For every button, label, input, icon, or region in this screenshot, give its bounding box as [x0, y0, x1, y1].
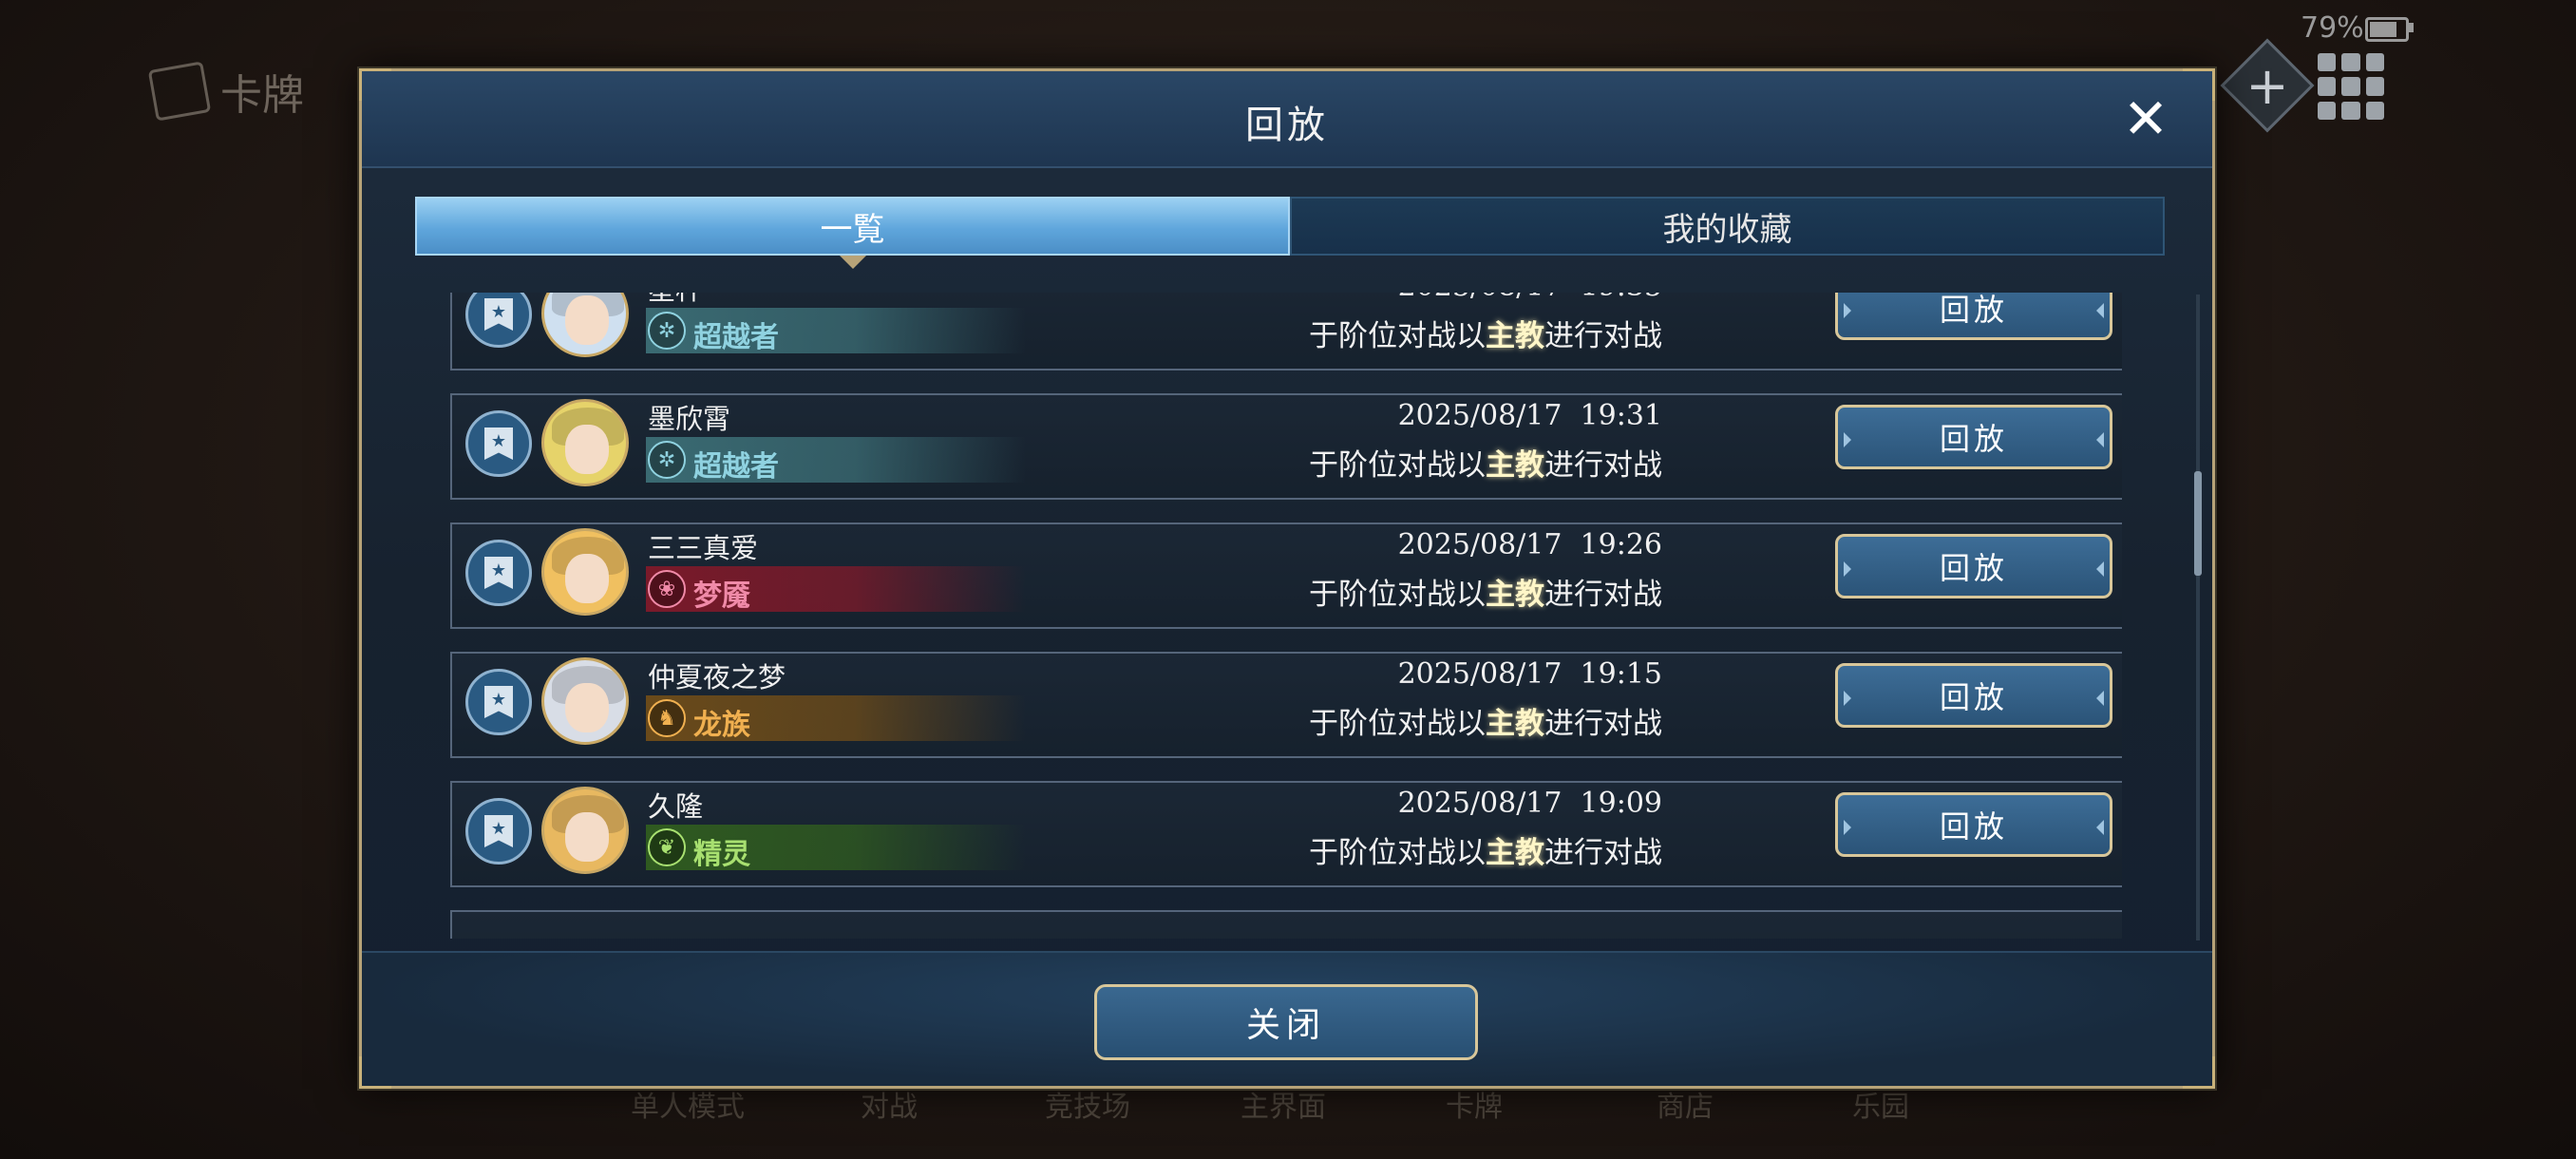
avatar [541, 399, 629, 486]
nav-arena: 竞技场 [1045, 1091, 1130, 1124]
scrollbar-track[interactable] [2196, 294, 2200, 940]
class-name: 超越者 [693, 450, 779, 484]
match-datetime: 2025/08/17 19:31 [1397, 399, 1662, 432]
replay-button[interactable]: 回放 [1835, 534, 2112, 598]
nav-park: 乐园 [1852, 1091, 1909, 1124]
bookmark-button[interactable]: ★ [465, 669, 532, 735]
nav-cards: 卡牌 [1446, 1091, 1503, 1124]
close-button[interactable]: 关闭 [1094, 984, 1478, 1060]
player-name: 三三真爱 [648, 532, 759, 564]
battery-percent: 79% [2301, 11, 2364, 45]
leaf-icon: ❦ [648, 828, 686, 866]
replay-button[interactable]: 回放 [1835, 405, 2112, 469]
avatar-face [565, 425, 609, 474]
replay-row: ★ 三三真爱 ❀ 梦魇 2025/08/17 19:26 于阶位对战以主教进行对… [450, 522, 2122, 629]
grid-icon-cell [2365, 53, 2384, 72]
class-band: ❦ 精灵 [646, 825, 1026, 871]
dialog-header: 回放 ✕ [362, 71, 2212, 168]
grid-icon-cell [2365, 101, 2384, 120]
bookmark-button[interactable]: ★ [465, 410, 532, 477]
bookmark-icon: ★ [484, 686, 513, 718]
class-name: 超越者 [693, 321, 779, 354]
bookmark-button[interactable]: ★ [465, 798, 532, 864]
class-name: 精灵 [693, 838, 750, 871]
match-description: 于阶位对战以主教进行对战 [1309, 836, 1662, 870]
tab-favorites[interactable]: 我的收藏 [1290, 197, 2165, 256]
battery-tip [2409, 23, 2414, 32]
match-datetime: 2025/08/17 19:26 [1397, 528, 1662, 561]
replay-row: ★ 星杯 ✲ 超越者 2025/08/17 19:35 于阶位对战以主教进行对战… [450, 293, 2122, 370]
grid-icon-cell [2318, 101, 2337, 120]
portal-icon: ✲ [648, 441, 686, 479]
menu-grid-button[interactable] [2318, 53, 2384, 120]
match-description: 于阶位对战以主教进行对战 [1309, 707, 1662, 741]
dragon-icon: ♞ [648, 699, 686, 737]
screen-title: 卡牌 [147, 61, 304, 122]
replay-row: ★ 久隆 ❦ 精灵 2025/08/17 19:09 于阶位对战以主教进行对战 … [450, 781, 2122, 887]
bookmark-icon: ★ [484, 298, 513, 331]
tab-overview[interactable]: 一覧 [415, 197, 1290, 269]
avatar-face [565, 683, 609, 732]
avatar-face [565, 812, 609, 862]
bookmark-icon: ★ [484, 815, 513, 847]
bookmark-button[interactable]: ★ [465, 540, 532, 606]
avatar [541, 787, 629, 874]
avatar-face [565, 295, 609, 345]
nav-shop: 商店 [1657, 1091, 1714, 1124]
replay-button[interactable]: 回放 [1835, 293, 2112, 340]
match-description: 于阶位对战以主教进行对战 [1309, 448, 1662, 483]
match-description: 于阶位对战以主教进行对战 [1309, 578, 1662, 612]
class-name: 龙族 [693, 709, 750, 742]
class-band: ✲ 超越者 [646, 437, 1026, 484]
match-datetime: 2025/08/17 19:09 [1397, 787, 1662, 820]
grid-icon-cell [2318, 53, 2337, 72]
replay-button[interactable]: 回放 [1835, 792, 2112, 857]
grid-icon-cell [2365, 77, 2384, 96]
replay-button[interactable]: 回放 [1835, 663, 2112, 728]
bookmark-icon: ★ [484, 557, 513, 589]
nav-battle: 对战 [861, 1091, 918, 1124]
match-description: 于阶位对战以主教进行对战 [1309, 319, 1662, 353]
class-band: ♞ 龙族 [646, 695, 1026, 742]
grid-icon-cell [2341, 101, 2360, 120]
player-name: 星杯 [648, 293, 703, 308]
class-band: ❀ 梦魇 [646, 566, 1026, 613]
bookmark-button[interactable]: ★ [465, 293, 532, 348]
battery-icon [2365, 17, 2409, 42]
tab-bar: 一覧 我的收藏 [415, 197, 2165, 269]
nav-single: 单人模式 [631, 1091, 745, 1124]
class-band: ✲ 超越者 [646, 308, 1026, 354]
avatar [541, 528, 629, 616]
replay-row: ★ 墨欣霄 ✲ 超越者 2025/08/17 19:31 于阶位对战以主教进行对… [450, 393, 2122, 500]
match-datetime: 2025/08/17 19:15 [1397, 657, 1662, 691]
match-datetime: 2025/08/17 19:35 [1398, 293, 1662, 303]
scrollbar-thumb[interactable] [2194, 471, 2202, 576]
avatar-face [565, 554, 609, 603]
nightmare-icon: ❀ [648, 570, 686, 608]
avatar [541, 657, 629, 745]
replay-list[interactable]: ★ 星杯 ✲ 超越者 2025/08/17 19:35 于阶位对战以主教进行对战… [450, 293, 2122, 939]
nav-home: 主界面 [1241, 1091, 1326, 1124]
player-name: 久隆 [648, 790, 704, 823]
plus-icon: + [2245, 55, 2289, 116]
class-name: 梦魇 [693, 580, 750, 613]
grid-icon-cell [2341, 77, 2360, 96]
cards-icon [147, 61, 212, 122]
avatar [541, 293, 629, 357]
bookmark-icon: ★ [484, 428, 513, 460]
dialog-title: 回放 [1245, 104, 1329, 147]
player-name: 墨欣霄 [648, 403, 731, 435]
replay-row: ★ 仲夏夜之梦 ♞ 龙族 2025/08/17 19:15 于阶位对战以主教进行… [450, 652, 2122, 758]
replay-row-partial [450, 910, 2122, 939]
player-name: 仲夏夜之梦 [648, 661, 786, 694]
close-icon[interactable]: ✕ [2119, 91, 2172, 146]
grid-icon-cell [2318, 77, 2337, 96]
grid-icon-cell [2341, 53, 2360, 72]
portal-icon: ✲ [648, 312, 686, 350]
